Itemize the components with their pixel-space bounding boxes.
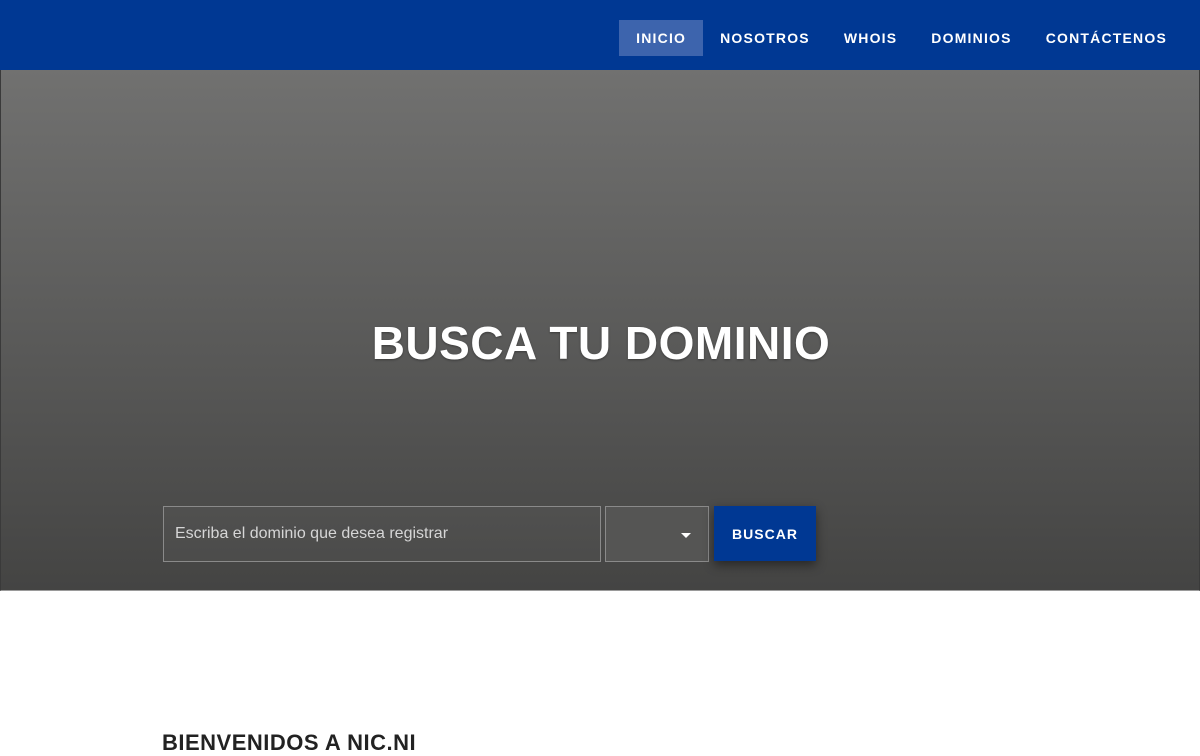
hero-section: BUSCA TU DOMINIO BUSCAR [0,70,1200,591]
welcome-heading: BIENVENIDOS A NIC.NI [162,730,417,755]
top-navigation-bar: INICIO NOSOTROS WHOIS DOMINIOS CONTÁCTEN… [0,0,1200,70]
nav-item-dominios[interactable]: DOMINIOS [914,20,1028,56]
search-button[interactable]: BUSCAR [714,506,816,561]
nav-item-contactenos[interactable]: CONTÁCTENOS [1029,20,1184,56]
nav-item-nosotros[interactable]: NOSOTROS [703,20,827,56]
domain-search-input[interactable] [163,506,601,562]
hero-title: BUSCA TU DOMINIO [371,317,831,369]
tld-select[interactable] [605,506,709,562]
caret-down-icon [681,533,691,538]
main-nav: INICIO NOSOTROS WHOIS DOMINIOS CONTÁCTEN… [619,20,1184,56]
nav-item-inicio[interactable]: INICIO [619,20,704,56]
nav-item-whois[interactable]: WHOIS [827,20,914,56]
